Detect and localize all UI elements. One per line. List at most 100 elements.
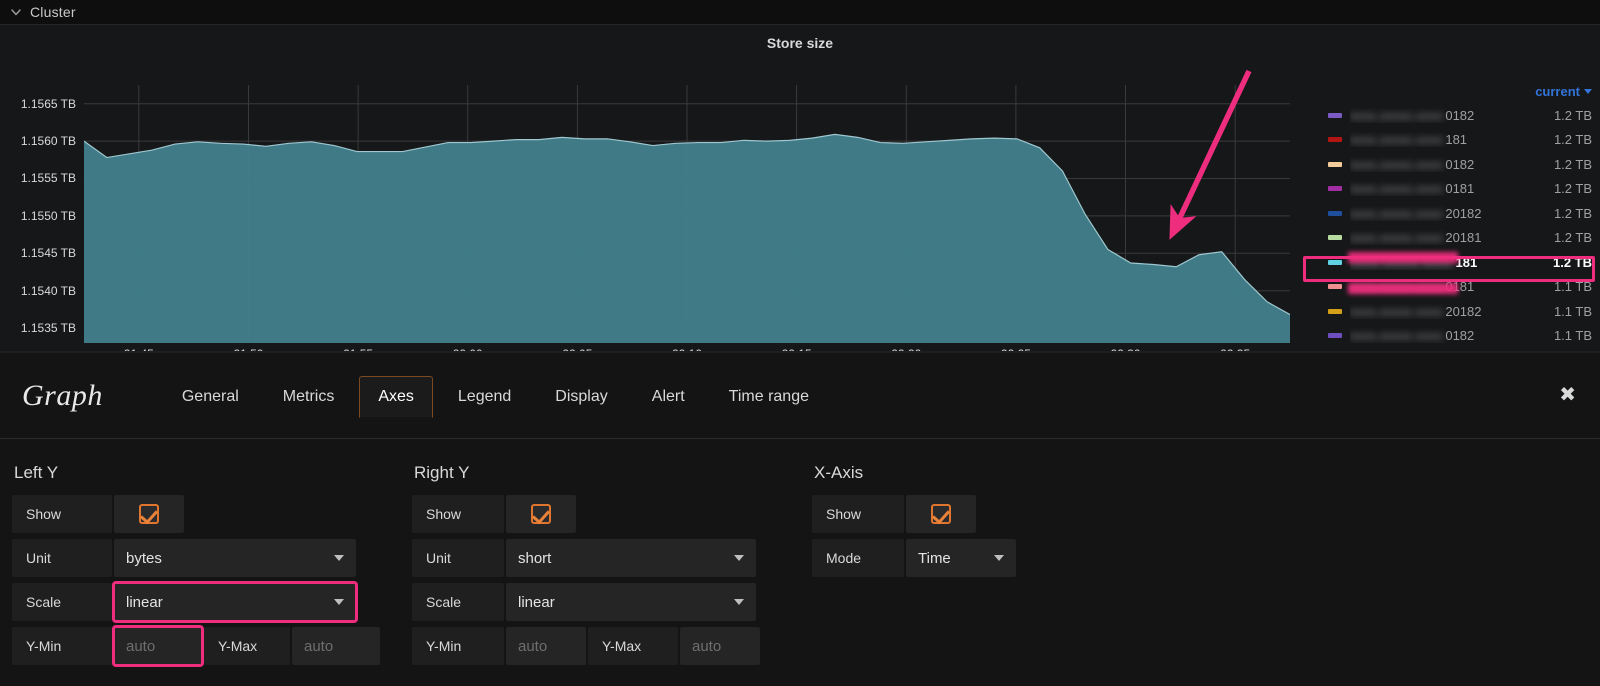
left-y-show-checkbox[interactable] xyxy=(114,495,184,533)
legend-series-name: xxxx.xxxxx.xxxx:0182 xyxy=(1350,108,1540,123)
legend-series-value: 1.2 TB xyxy=(1540,157,1592,172)
tab-alert[interactable]: Alert xyxy=(633,376,704,418)
legend-sort-current[interactable]: current xyxy=(1535,84,1592,99)
chevron-down-icon xyxy=(334,555,344,561)
right-y-show-row: Show xyxy=(412,495,800,533)
legend-series-suffix: 181 xyxy=(1445,132,1467,147)
x-axis-mode-row: Mode Time xyxy=(812,539,1200,577)
legend-series-value: 1.2 TB xyxy=(1540,132,1592,147)
right-y-show-label: Show xyxy=(412,495,504,533)
x-axis-mode-label: Mode xyxy=(812,539,904,577)
chevron-down-icon[interactable] xyxy=(10,6,22,18)
caret-down-icon xyxy=(1584,89,1592,94)
y-axis-tick-label: 1.1565 TB xyxy=(21,97,76,111)
x-axis-show-checkbox[interactable] xyxy=(906,495,976,533)
legend-series-suffix: 20181 xyxy=(1445,230,1481,245)
graph-area[interactable]: 1.1565 TB1.1560 TB1.1555 TB1.1550 TB1.15… xyxy=(0,55,1300,352)
right-y-scale-select[interactable]: linear xyxy=(506,583,756,621)
legend-color-swatch[interactable] xyxy=(1328,235,1342,240)
left-y-title: Left Y xyxy=(14,463,400,483)
graph-legend[interactable]: current xxxx.xxxxx.xxxx:01821.2 TBxxxx.x… xyxy=(1300,79,1600,376)
y-axis-tick-label: 1.1540 TB xyxy=(21,284,76,298)
series-area xyxy=(84,134,1290,343)
checkbox-checked-icon xyxy=(931,504,951,524)
legend-color-swatch[interactable] xyxy=(1328,113,1342,118)
right-y-show-checkbox[interactable] xyxy=(506,495,576,533)
legend-series-value: 1.2 TB xyxy=(1540,206,1592,221)
right-y-unit-select[interactable]: short xyxy=(506,539,756,577)
legend-series-name: xxxx.xxxxx.xxxx:0181 xyxy=(1350,181,1540,196)
legend-row[interactable]: xxxx.xxxxx.xxxx:01821.1 TB xyxy=(1300,324,1600,349)
legend-row[interactable]: xxxx.xxxxx.xxxx:01811.1 TB xyxy=(1300,275,1600,300)
legend-row[interactable]: xxxx.xxxxx.xxxx:1811.2 TB xyxy=(1300,128,1600,153)
plot-area[interactable] xyxy=(84,85,1290,343)
left-y-ymin-input[interactable]: auto xyxy=(114,627,202,665)
legend-color-swatch[interactable] xyxy=(1328,186,1342,191)
legend-row[interactable]: xxxx.xxxxx.xxxx:01821.2 TB xyxy=(1300,152,1600,177)
left-y-scale-value: linear xyxy=(126,594,163,611)
close-icon[interactable]: ✖ xyxy=(1559,385,1576,405)
right-y-unit-label: Unit xyxy=(412,539,504,577)
left-y-unit-select[interactable]: bytes xyxy=(114,539,356,577)
legend-color-swatch[interactable] xyxy=(1328,260,1342,265)
chevron-down-icon xyxy=(734,555,744,561)
tab-metrics[interactable]: Metrics xyxy=(264,376,354,418)
editor-tab-bar: Graph GeneralMetricsAxesLegendDisplayAle… xyxy=(0,353,1600,439)
legend-series-suffix: 20182 xyxy=(1445,304,1481,319)
legend-color-swatch[interactable] xyxy=(1328,162,1342,167)
right-y-ymin-label: Y-Min xyxy=(412,627,504,665)
x-axis-mode-select[interactable]: Time xyxy=(906,539,1016,577)
right-y-ymax-input[interactable]: auto xyxy=(680,627,760,665)
legend-series-suffix: 0181 xyxy=(1445,279,1474,294)
legend-color-swatch[interactable] xyxy=(1328,284,1342,289)
right-y-ymin-input[interactable]: auto xyxy=(506,627,586,665)
left-y-ymax-input[interactable]: auto xyxy=(292,627,380,665)
legend-color-swatch[interactable] xyxy=(1328,309,1342,314)
x-axis-column: X-Axis Show Mode Time xyxy=(800,463,1200,671)
y-axis-labels: 1.1565 TB1.1560 TB1.1555 TB1.1550 TB1.15… xyxy=(0,55,84,320)
legend-series-name: xxxx.xxxxx.xxxx:0181 xyxy=(1350,279,1540,294)
legend-row[interactable]: xxxx.xxxxx.xxxx:201811.2 TB xyxy=(1300,226,1600,251)
legend-series-value: 1.1 TB xyxy=(1540,328,1592,343)
legend-row[interactable]: xxxx.xxxxx.xxxx:201821.2 TB xyxy=(1300,201,1600,226)
right-y-scale-row: Scale linear xyxy=(412,583,800,621)
panel-title[interactable]: Store size xyxy=(0,35,1600,51)
legend-series-value: 1.2 TB xyxy=(1540,108,1592,123)
legend-series-suffix: 0181 xyxy=(1445,181,1474,196)
legend-series-name: xxxx.xxxxx.xxxx:0182 xyxy=(1350,328,1540,343)
legend-color-swatch[interactable] xyxy=(1328,333,1342,338)
right-y-unit-row: Unit short xyxy=(412,539,800,577)
legend-series-value: 1.2 TB xyxy=(1540,181,1592,196)
legend-series-suffix: 0182 xyxy=(1445,328,1474,343)
legend-row[interactable]: xxxx.xxxxx.xxxx:01821.2 TB xyxy=(1300,103,1600,128)
tab-time-range[interactable]: Time range xyxy=(710,376,828,418)
legend-row[interactable]: xxxx.xxxxx.xxxx:1811.2 TB xyxy=(1300,250,1600,275)
legend-row[interactable]: xxxx.xxxxx.xxxx:201821.1 TB xyxy=(1300,299,1600,324)
tab-axes[interactable]: Axes xyxy=(359,376,433,418)
y-axis-tick-label: 1.1550 TB xyxy=(21,209,76,223)
legend-series-name: xxxx.xxxxx.xxxx:20181 xyxy=(1350,230,1540,245)
x-axis-mode-value: Time xyxy=(918,550,951,567)
legend-color-swatch[interactable] xyxy=(1328,211,1342,216)
left-y-show-row: Show xyxy=(12,495,400,533)
legend-series-name: xxxx.xxxxx.xxxx:181 xyxy=(1350,255,1540,270)
right-y-unit-value: short xyxy=(518,550,551,567)
tab-display[interactable]: Display xyxy=(536,376,626,418)
legend-row[interactable]: xxxx.xxxxx.xxxx:01811.2 TB xyxy=(1300,177,1600,202)
legend-series-value: 1.1 TB xyxy=(1540,304,1592,319)
legend-header: current xyxy=(1300,79,1600,103)
left-y-scale-label: Scale xyxy=(12,583,112,621)
left-y-scale-row: Scale linear xyxy=(12,583,400,621)
axes-settings: Left Y Show Unit bytes Scale xyxy=(0,439,1600,671)
dashboard-row-header[interactable]: Cluster xyxy=(0,0,1600,24)
right-y-ymax-label: Y-Max xyxy=(588,627,678,665)
tab-general[interactable]: General xyxy=(163,376,258,418)
legend-series-suffix: 0182 xyxy=(1445,157,1474,172)
right-y-minmax-row: Y-Min auto Y-Max auto xyxy=(412,627,800,665)
left-y-scale-select[interactable]: linear xyxy=(114,583,356,621)
tab-legend[interactable]: Legend xyxy=(439,376,530,418)
left-y-ymin-label: Y-Min xyxy=(12,627,112,665)
y-axis-tick-label: 1.1555 TB xyxy=(21,171,76,185)
chevron-down-icon xyxy=(334,599,344,605)
legend-color-swatch[interactable] xyxy=(1328,137,1342,142)
